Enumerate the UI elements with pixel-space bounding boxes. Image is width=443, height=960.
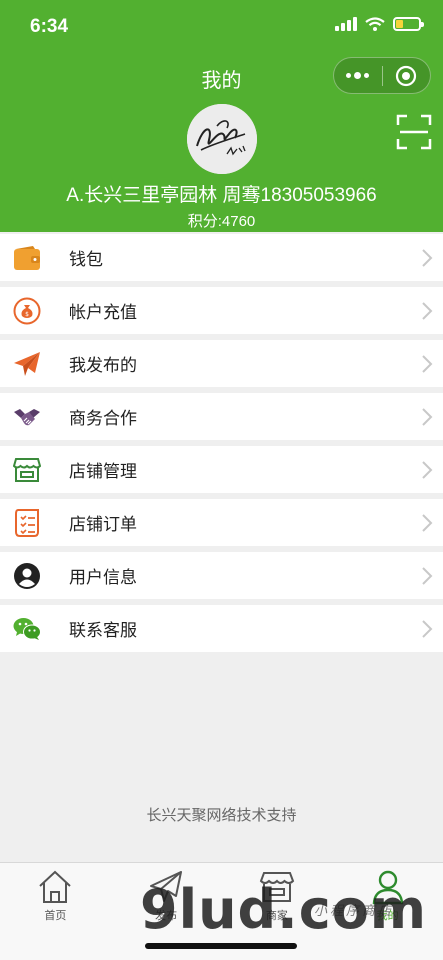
chevron-right-icon bbox=[422, 514, 433, 532]
svg-text:$: $ bbox=[25, 311, 29, 318]
more-button[interactable] bbox=[334, 58, 382, 93]
menu-label: 钱包 bbox=[69, 250, 103, 269]
menu-label: 店铺管理 bbox=[69, 462, 137, 481]
target-circle-icon bbox=[396, 65, 417, 86]
menu-item-my-posts[interactable]: 我发布的 bbox=[0, 340, 443, 387]
handshake-icon bbox=[13, 403, 41, 431]
chevron-right-icon bbox=[422, 620, 433, 638]
signature-image bbox=[187, 104, 257, 174]
status-time: 6:34 bbox=[30, 16, 69, 37]
points-label: 积分:4760 bbox=[187, 213, 256, 230]
close-miniprogram-button[interactable] bbox=[383, 58, 431, 93]
user-icon bbox=[13, 562, 41, 590]
wifi-icon bbox=[365, 17, 385, 31]
menu-item-store-management[interactable]: 店铺管理 bbox=[0, 446, 443, 493]
avatar[interactable] bbox=[187, 104, 257, 174]
signal-icon bbox=[335, 17, 357, 31]
wallet-icon bbox=[13, 244, 41, 272]
menu-label: 我发布的 bbox=[69, 356, 137, 375]
support-text: 长兴天聚网络技术支持 bbox=[146, 807, 297, 824]
menu-label: 帐户充值 bbox=[69, 303, 137, 322]
chevron-right-icon bbox=[422, 408, 433, 426]
home-indicator bbox=[145, 943, 297, 949]
scan-icon[interactable] bbox=[396, 114, 432, 150]
tab-label: 首页 bbox=[44, 910, 67, 922]
menu-label: 用户信息 bbox=[69, 568, 137, 587]
menu-list: 钱包 $ 帐户充值 我发布的 商务合作 店铺管理 店铺订单 用户信息 联系客服 bbox=[0, 234, 443, 658]
chevron-right-icon bbox=[422, 461, 433, 479]
menu-item-store-orders[interactable]: 店铺订单 bbox=[0, 499, 443, 546]
chevron-right-icon bbox=[422, 355, 433, 373]
menu-item-customer-service[interactable]: 联系客服 bbox=[0, 605, 443, 652]
tab-home[interactable]: 首页 bbox=[0, 863, 111, 960]
chevron-right-icon bbox=[422, 249, 433, 267]
watermark: 9lud.com bbox=[140, 878, 428, 941]
status-indicators bbox=[335, 17, 424, 31]
menu-item-business-cooperation[interactable]: 商务合作 bbox=[0, 393, 443, 440]
menu-label: 店铺订单 bbox=[69, 515, 137, 534]
chevron-right-icon bbox=[422, 567, 433, 585]
profile-header: 6:34 我的 A.长兴三里亭园林 周骞18305053966 积分:4760 bbox=[0, 0, 443, 232]
chevron-right-icon bbox=[422, 302, 433, 320]
wechat-icon bbox=[13, 615, 41, 643]
user-name: A.长兴三里亭园林 周骞18305053966 bbox=[66, 185, 377, 206]
more-dots-icon bbox=[346, 72, 370, 79]
status-bar: 6:34 bbox=[0, 0, 443, 52]
miniprogram-capsule bbox=[333, 57, 431, 94]
menu-item-user-info[interactable]: 用户信息 bbox=[0, 552, 443, 599]
battery-icon bbox=[393, 17, 424, 31]
menu-item-account-recharge[interactable]: $ 帐户充值 bbox=[0, 287, 443, 334]
store-icon bbox=[13, 456, 41, 484]
money-bag-icon: $ bbox=[13, 297, 41, 325]
order-list-icon bbox=[13, 508, 41, 537]
paper-plane-icon bbox=[13, 350, 41, 378]
menu-item-wallet[interactable]: 钱包 bbox=[0, 234, 443, 281]
menu-label: 联系客服 bbox=[69, 621, 137, 640]
menu-label: 商务合作 bbox=[69, 409, 137, 428]
home-icon bbox=[39, 870, 72, 903]
